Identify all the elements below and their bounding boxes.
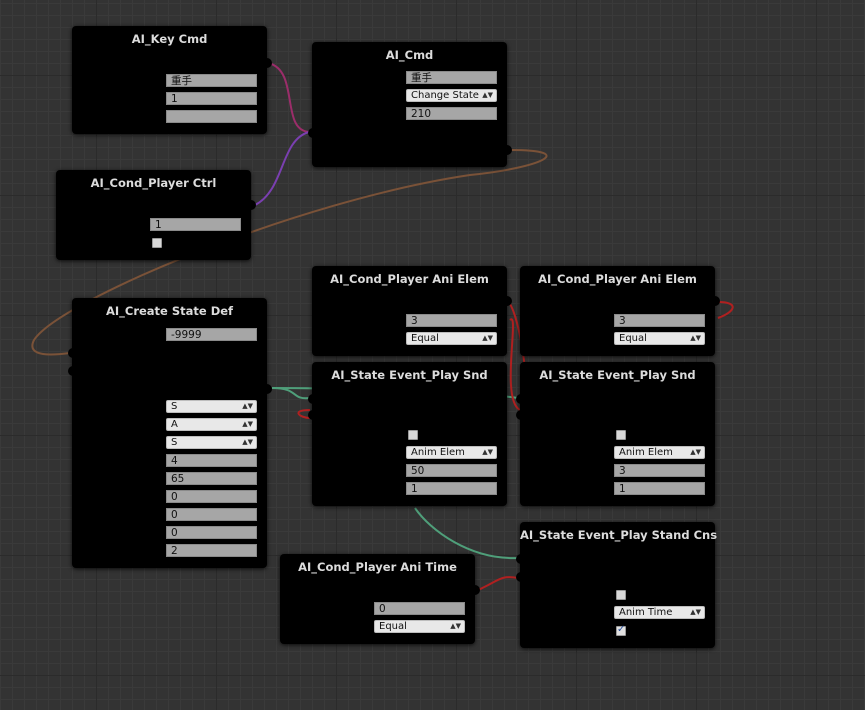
- node-title: AI_Key Cmd: [131, 32, 208, 46]
- input-port[interactable]: [516, 394, 526, 404]
- stand-cns-enabled-checkbox[interactable]: ✓: [616, 624, 626, 636]
- cmd-key-field[interactable]: 重手: [406, 71, 497, 84]
- input-port[interactable]: [68, 348, 78, 358]
- state-type-select[interactable]: S ▲▼: [166, 400, 257, 413]
- node-cmd[interactable]: AI_Cmd 重手 Change State ▲▼ 210: [308, 42, 512, 167]
- caret-updown-icon: ▲▼: [450, 622, 461, 630]
- player-ctrl-field[interactable]: 1: [150, 218, 241, 231]
- input-port[interactable]: [68, 366, 78, 376]
- cmd-action-select[interactable]: Change State ▲▼: [406, 89, 497, 102]
- stand-cns-checkbox[interactable]: [616, 590, 626, 600]
- move-type-select[interactable]: A ▲▼: [166, 418, 257, 431]
- key-cmd-field[interactable]: 重手: [166, 74, 257, 87]
- node-key-cmd[interactable]: AI_Key Cmd 重手 1: [72, 26, 272, 134]
- output-port[interactable]: [246, 200, 256, 210]
- ani-elem-field[interactable]: 3: [614, 314, 705, 327]
- select-value: Change State: [411, 90, 479, 101]
- node-create-state-def[interactable]: AI_Create State Def -9999 S ▲▼ A ▲▼ S ▲▼ 4 …: [68, 298, 272, 568]
- node-play-stand-cns[interactable]: AI_State Event_Play Stand Cns Anim Time ▲…: [516, 522, 718, 648]
- wire-ctrl-to-cmd: [254, 131, 310, 206]
- node-ani-elem-2[interactable]: AI_Cond_Player Ani Elem 3 Equal ▲▼: [520, 266, 720, 356]
- state-field-1[interactable]: 4: [166, 454, 257, 467]
- caret-updown-icon: ▲▼: [482, 448, 493, 456]
- node-title: AI_Cmd: [385, 48, 434, 62]
- node-ani-time[interactable]: AI_Cond_Player Ani Time 0 Equal ▲▼: [280, 554, 480, 644]
- wire-red-2: [717, 301, 734, 319]
- output-port[interactable]: [502, 145, 512, 155]
- caret-updown-icon: ▲▼: [482, 334, 493, 342]
- state-field-5[interactable]: 0: [166, 526, 257, 539]
- select-value: S: [171, 437, 178, 448]
- state-number-field[interactable]: -9999: [166, 328, 257, 341]
- wire-green-1: [271, 387, 311, 400]
- node-player-ctrl[interactable]: AI_Cond_Player Ctrl 1: [56, 170, 256, 260]
- output-port[interactable]: [262, 384, 272, 394]
- ani-elem-field[interactable]: 3: [406, 314, 497, 327]
- node-ani-elem-1[interactable]: AI_Cond_Player Ani Elem 3 Equal ▲▼: [312, 266, 512, 356]
- select-value: Equal: [411, 333, 439, 344]
- node-title: AI_State Event_Play Snd: [539, 368, 696, 382]
- node-title: AI_Cond_Player Ani Time: [298, 560, 457, 574]
- node-title: AI_Cond_Player Ani Elem: [330, 272, 489, 286]
- ani-elem-compare-select[interactable]: Equal ▲▼: [614, 332, 705, 345]
- node-title: AI_Create State Def: [105, 304, 234, 318]
- node-play-snd-2[interactable]: AI_State Event_Play Snd Anim Elem ▲▼ 3 1: [516, 362, 715, 506]
- input-port[interactable]: [516, 572, 526, 582]
- node-title: AI_Cond_Player Ani Elem: [538, 272, 697, 286]
- node-title: AI_State Event_Play Snd: [331, 368, 488, 382]
- caret-updown-icon: ▲▼: [690, 448, 701, 456]
- physics-select[interactable]: S ▲▼: [166, 436, 257, 449]
- input-port[interactable]: [308, 394, 318, 404]
- play-snd-checkbox[interactable]: [616, 430, 626, 440]
- state-field-3[interactable]: 0: [166, 490, 257, 503]
- state-field-6[interactable]: 2: [166, 544, 257, 557]
- select-value: Equal: [379, 621, 407, 632]
- wire-keycmd-to-cmd: [267, 62, 310, 133]
- stand-cns-trigger-select[interactable]: Anim Time ▲▼: [614, 606, 705, 619]
- input-port[interactable]: [516, 554, 526, 564]
- select-value: Anim Time: [619, 607, 673, 618]
- play-snd-value-field[interactable]: 3: [614, 464, 705, 477]
- play-snd-checkbox[interactable]: [408, 430, 418, 440]
- caret-updown-icon: ▲▼: [242, 420, 253, 428]
- state-field-4[interactable]: 0: [166, 508, 257, 521]
- caret-updown-icon: ▲▼: [690, 608, 701, 616]
- caret-updown-icon: ▲▼: [242, 402, 253, 410]
- output-port[interactable]: [710, 296, 720, 306]
- caret-updown-icon: ▲▼: [690, 334, 701, 342]
- input-port[interactable]: [308, 410, 318, 420]
- key-cmd-extra-field[interactable]: [166, 110, 257, 123]
- play-snd-value-field[interactable]: 50: [406, 464, 497, 477]
- node-play-snd-1[interactable]: AI_State Event_Play Snd Anim Elem ▲▼ 50 1: [308, 362, 507, 506]
- select-value: S: [171, 401, 178, 412]
- wire-green-3: [414, 507, 519, 560]
- state-field-2[interactable]: 65: [166, 472, 257, 485]
- player-ctrl-checkbox[interactable]: [152, 238, 162, 248]
- select-value: A: [171, 419, 178, 430]
- play-snd-sound-field[interactable]: 1: [406, 482, 497, 495]
- play-snd-sound-field[interactable]: 1: [614, 482, 705, 495]
- output-port[interactable]: [262, 58, 272, 68]
- play-snd-trigger-select[interactable]: Anim Elem ▲▼: [406, 446, 497, 459]
- output-port[interactable]: [470, 585, 480, 595]
- node-title: AI_State Event_Play Stand Cns: [520, 528, 718, 542]
- ani-time-field[interactable]: 0: [374, 602, 465, 615]
- caret-updown-icon: ▲▼: [242, 438, 253, 446]
- key-cmd-count-field[interactable]: 1: [166, 92, 257, 105]
- select-value: Anim Elem: [619, 447, 673, 458]
- cmd-state-field[interactable]: 210: [406, 107, 497, 120]
- output-port[interactable]: [502, 296, 512, 306]
- input-port[interactable]: [308, 128, 318, 138]
- select-value: Equal: [619, 333, 647, 344]
- caret-updown-icon: ▲▼: [482, 91, 493, 99]
- ani-time-compare-select[interactable]: Equal ▲▼: [374, 620, 465, 633]
- play-snd-trigger-select[interactable]: Anim Elem ▲▼: [614, 446, 705, 459]
- select-value: Anim Elem: [411, 447, 465, 458]
- node-title: AI_Cond_Player Ctrl: [90, 176, 217, 190]
- input-port[interactable]: [516, 410, 526, 420]
- wire-red-4: [477, 576, 519, 591]
- ani-elem-compare-select[interactable]: Equal ▲▼: [406, 332, 497, 345]
- checkmark-icon: ✓: [617, 624, 626, 635]
